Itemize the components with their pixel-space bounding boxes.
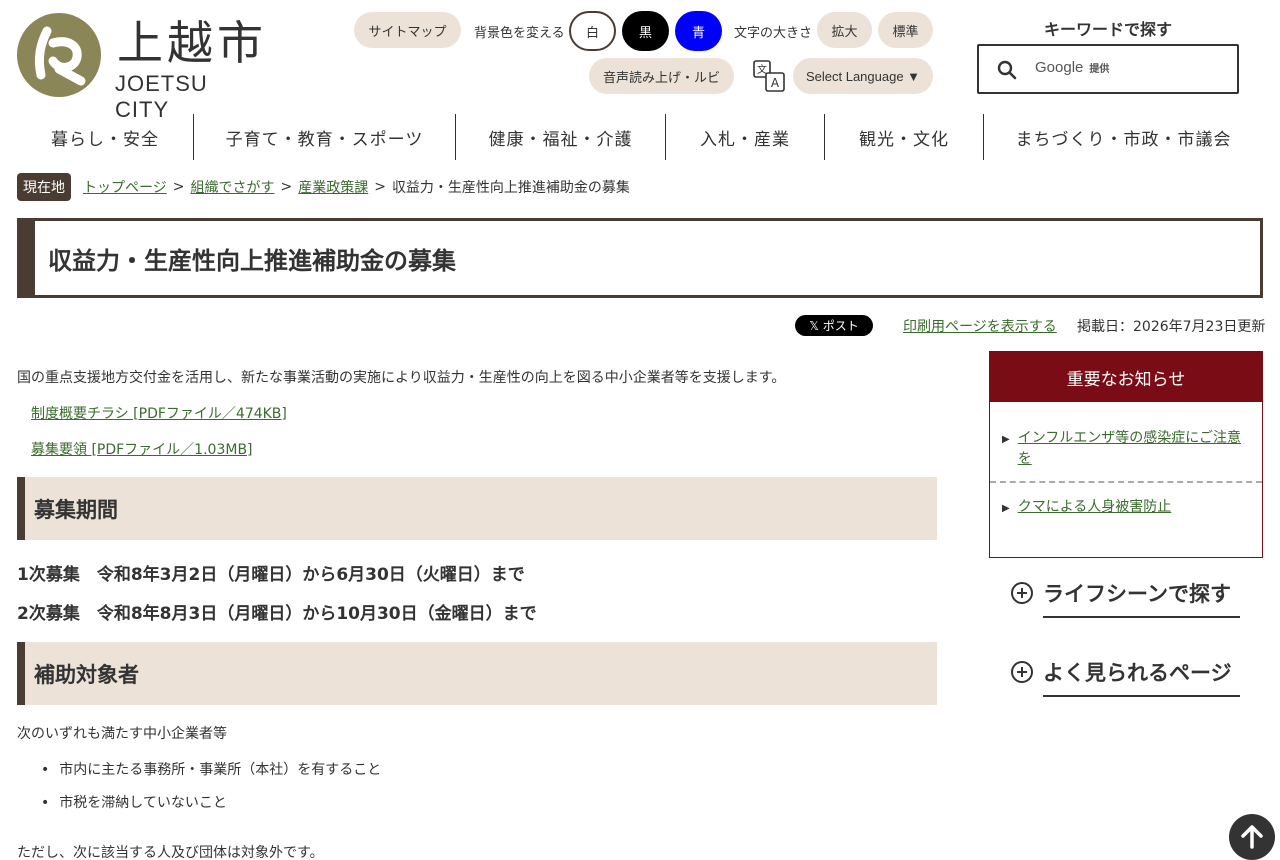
nav-health-welfare[interactable]: 健康・福祉・介護: [456, 114, 666, 160]
breadcrumb-separator: >: [280, 179, 293, 195]
svg-text:文: 文: [757, 63, 767, 76]
plus-circle-icon: [1011, 661, 1033, 683]
page-title: 収益力・生産性向上推進補助金の募集: [48, 246, 456, 275]
pdf-link-guidelines[interactable]: 募集要領 [PDFファイル／1.03MB]: [31, 439, 253, 459]
breadcrumb-top[interactable]: トップページ: [83, 177, 167, 197]
breadcrumb: 現在地 トップページ > 組織でさがす > 産業政策課 > 収益力・生産性向上推…: [17, 173, 630, 201]
section-heading-target: 補助対象者: [17, 642, 937, 705]
bg-color-label: 背景色を変える: [474, 26, 565, 41]
bg-white-button[interactable]: 白: [569, 11, 616, 51]
triangle-right-icon: ▶: [1002, 434, 1010, 445]
font-enlarge-button[interactable]: 拡大: [817, 12, 872, 48]
breadcrumb-here-label: 現在地: [17, 173, 71, 201]
nav-tourism-culture[interactable]: 観光・文化: [825, 114, 984, 160]
notice-link-bear[interactable]: クマによる人身被害防止: [1018, 497, 1172, 519]
list-item: 市内に主たる事務所・事業所（本社）を有すること: [41, 759, 381, 779]
triangle-right-icon: ▶: [1002, 503, 1010, 514]
breadcrumb-org[interactable]: 組織でさがす: [190, 177, 274, 197]
period-second: 2次募集 令和8年8月3日（月曜日）から10月30日（金曜日）まで: [17, 604, 537, 624]
search-icon: [996, 59, 1018, 85]
nav-childcare-education[interactable]: 子育て・教育・スポーツ: [194, 114, 456, 160]
search-title: キーワードで探す: [1043, 20, 1172, 39]
page-title-box: 収益力・生産性向上推進補助金の募集: [17, 218, 1263, 298]
main-nav: 暮らし・安全 子育て・教育・スポーツ 健康・福祉・介護 入札・産業 観光・文化 …: [17, 114, 1263, 160]
exclusion-text: ただし、次に該当する人及び団体は対象外です。: [17, 845, 324, 860]
nav-city-planning[interactable]: まちづくり・市政・市議会: [984, 114, 1263, 160]
intro-text: 国の重点支援地方交付金を活用し、新たな事業活動の実施により収益力・生産性の向上を…: [17, 370, 786, 386]
breadcrumb-dept[interactable]: 産業政策課: [298, 177, 368, 197]
notice-title: 重要なお知らせ: [990, 352, 1262, 402]
pdf-link-flyer[interactable]: 制度概要チラシ [PDFファイル／474KB]: [31, 403, 287, 423]
section-heading-period: 募集期間: [17, 477, 937, 540]
accordion-label: よく見られるページ: [1043, 649, 1240, 697]
accordion-popular-pages[interactable]: よく見られるページ: [1011, 649, 1240, 699]
translate-icon: 文 A: [752, 59, 786, 93]
read-aloud-button[interactable]: 音声読み上げ・ルビ: [589, 58, 734, 94]
select-language-dropdown[interactable]: Select Language ▼: [793, 58, 933, 94]
nav-bidding-industry[interactable]: 入札・産業: [666, 114, 825, 160]
nav-living-safety[interactable]: 暮らし・安全: [17, 114, 194, 160]
back-to-top-button[interactable]: [1229, 814, 1275, 860]
arrow-up-icon: [1241, 825, 1263, 849]
font-size-label: 文字の大きさ: [734, 26, 813, 41]
notice-item: ▶ インフルエンザ等の感染症にご注意を: [1002, 428, 1252, 470]
accordion-label: ライフシーンで探す: [1043, 570, 1240, 618]
list-item: 市税を滞納していないこと: [41, 792, 227, 812]
bg-blue-button[interactable]: 青: [675, 11, 722, 51]
plus-circle-icon: [1011, 582, 1033, 604]
divider: [990, 481, 1262, 483]
x-post-button[interactable]: 𝕏 ポスト: [795, 315, 873, 336]
svg-text:A: A: [771, 76, 780, 90]
logo-kanji: 上越市: [117, 16, 267, 70]
publish-date: 掲載日：2026年7月23日更新: [1077, 319, 1266, 335]
breadcrumb-separator: >: [374, 179, 386, 195]
font-standard-button[interactable]: 標準: [878, 12, 933, 48]
bg-black-button[interactable]: 黒: [622, 11, 669, 51]
target-intro: 次のいずれも満たす中小企業者等: [17, 726, 227, 742]
accordion-life-scene[interactable]: ライフシーンで探す: [1011, 570, 1240, 620]
breadcrumb-separator: >: [172, 179, 185, 195]
notice-item: ▶ クマによる人身被害防止: [1002, 497, 1252, 519]
breadcrumb-current: 収益力・生産性向上推進補助金の募集: [391, 180, 630, 196]
sitemap-button[interactable]: サイトマップ: [354, 12, 461, 48]
search-input[interactable]: Google 提供: [977, 44, 1239, 94]
important-notice-box: 重要なお知らせ ▶ インフルエンザ等の感染症にご注意を ▶ クマによる人身被害防…: [989, 351, 1263, 558]
period-first: 1次募集 令和8年3月2日（月曜日）から6月30日（火曜日）まで: [17, 565, 525, 585]
site-logo[interactable]: 上越市 JOETSU CITY: [17, 13, 267, 122]
city-emblem-icon: [17, 13, 101, 97]
notice-link-influenza[interactable]: インフルエンザ等の感染症にご注意を: [1018, 428, 1252, 470]
print-page-link[interactable]: 印刷用ページを表示する: [903, 316, 1057, 336]
google-provided-label: Google 提供: [1035, 59, 1110, 76]
